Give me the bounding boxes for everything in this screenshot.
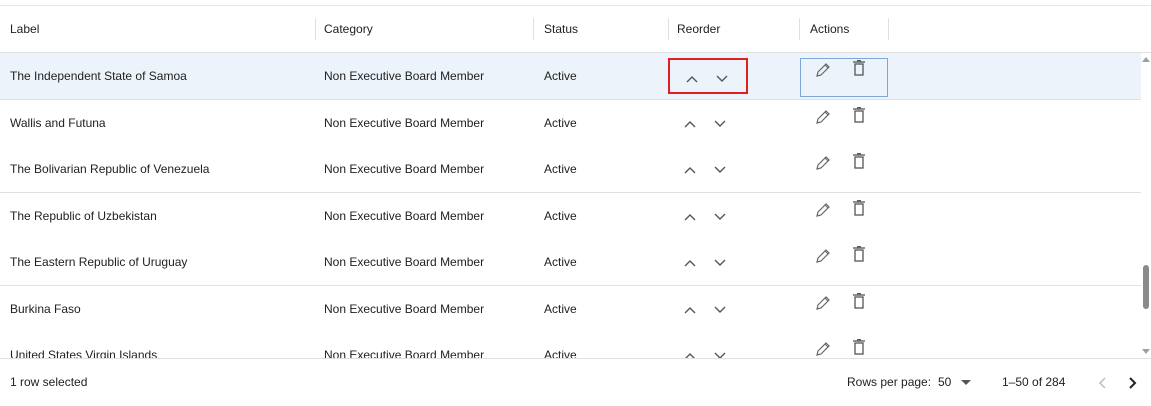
trash-icon[interactable] [852,153,866,169]
grid-body: The Independent State of Samoa Non Execut… [0,53,1141,358]
chevron-up-icon[interactable] [684,120,696,128]
scrollbar-thumb[interactable] [1143,265,1149,309]
chevron-down-icon[interactable] [714,166,726,174]
column-separator[interactable] [799,18,800,40]
table-row[interactable]: The Independent State of Samoa Non Execut… [0,53,1141,100]
row-label: The Republic of Uzbekistan [10,209,157,223]
table-row[interactable]: The Eastern Republic of Uruguay Non Execu… [0,239,1141,286]
column-header-label[interactable]: Label [10,6,39,52]
trash-icon[interactable] [852,293,866,309]
row-status: Active [544,348,577,358]
row-status: Active [544,255,577,269]
column-separator[interactable] [533,18,534,40]
pencil-icon[interactable] [815,155,831,171]
column-header-category[interactable]: Category [324,6,373,52]
row-label: Wallis and Futuna [10,116,106,130]
row-label: The Eastern Republic of Uruguay [10,255,188,269]
chevron-up-icon[interactable] [684,259,696,267]
column-separator[interactable] [888,18,889,40]
pencil-icon[interactable] [815,202,831,218]
data-grid: Label Category Status Reorder Actions Th… [0,0,1151,406]
vertical-scrollbar[interactable] [1141,53,1151,358]
trash-icon[interactable] [852,107,866,123]
row-label: United States Virgin Islands [10,348,158,358]
pencil-icon[interactable] [815,295,831,311]
chevron-right-icon[interactable] [1128,377,1138,389]
reorder-controls [668,337,748,358]
table-row[interactable]: Wallis and Futuna Non Executive Board Mem… [0,100,1141,147]
row-label: The Bolivarian Republic of Venezuela [10,162,210,176]
column-header-status[interactable]: Status [544,6,578,52]
pencil-icon[interactable] [815,109,831,125]
pencil-icon[interactable] [815,341,831,357]
trash-icon[interactable] [852,339,866,355]
row-category: Non Executive Board Member [324,348,485,358]
chevron-up-icon[interactable] [684,213,696,221]
pencil-icon[interactable] [815,62,831,78]
row-status: Active [544,69,577,83]
row-label: The Independent State of Samoa [10,69,187,83]
chevron-down-icon[interactable] [714,120,726,128]
reorder-controls [668,105,748,141]
chevron-down-icon[interactable] [714,213,726,221]
table-row[interactable]: United States Virgin Islands Non Executiv… [0,332,1141,358]
grid-header: Label Category Status Reorder Actions [0,6,1151,53]
table-row[interactable]: The Republic of Uzbekistan Non Executive … [0,193,1141,240]
scroll-up-arrow-icon[interactable] [1142,56,1150,62]
row-category: Non Executive Board Member [324,255,485,269]
row-status: Active [544,209,577,223]
selection-count: 1 row selected [10,375,88,389]
reorder-controls [668,58,748,94]
rows-per-page-label: Rows per page: [847,375,932,389]
actions-cell-focus [800,58,888,97]
reorder-controls [668,244,748,280]
chevron-down-icon[interactable] [716,75,728,83]
trash-icon[interactable] [852,60,866,76]
column-header-actions[interactable]: Actions [810,6,849,52]
trash-icon[interactable] [852,200,866,216]
row-status: Active [544,302,577,316]
row-category: Non Executive Board Member [324,116,485,130]
chevron-down-icon[interactable] [714,259,726,267]
pencil-icon[interactable] [815,248,831,264]
reorder-controls [668,151,748,187]
row-label: Burkina Faso [10,302,81,316]
trash-icon[interactable] [852,246,866,262]
scroll-down-arrow-icon[interactable] [1142,349,1150,355]
row-category: Non Executive Board Member [324,69,485,83]
row-category: Non Executive Board Member [324,209,485,223]
pagination-range: 1–50 of 284 [1002,375,1066,389]
reorder-controls [668,291,748,327]
chevron-up-icon[interactable] [684,166,696,174]
row-category: Non Executive Board Member [324,302,485,316]
chevron-up-icon[interactable] [686,75,698,83]
column-separator[interactable] [315,18,316,40]
table-row[interactable]: Burkina Faso Non Executive Board Member Ac… [0,286,1141,333]
grid-footer: 1 row selected Rows per page: 50 1–50 of… [0,358,1151,406]
table-row[interactable]: The Bolivarian Republic of Venezuela Non … [0,146,1141,193]
row-category: Non Executive Board Member [324,162,485,176]
chevron-left-icon[interactable] [1097,377,1107,389]
chevron-up-icon[interactable] [684,306,696,314]
column-separator[interactable] [668,18,669,40]
dropdown-arrow-icon[interactable] [960,379,971,386]
row-status: Active [544,162,577,176]
chevron-down-icon[interactable] [714,306,726,314]
reorder-controls [668,198,748,234]
rows-per-page-value[interactable]: 50 [938,375,951,389]
rows-per-page-select[interactable]: 50 [938,359,971,406]
column-header-reorder[interactable]: Reorder [677,6,720,52]
row-status: Active [544,116,577,130]
